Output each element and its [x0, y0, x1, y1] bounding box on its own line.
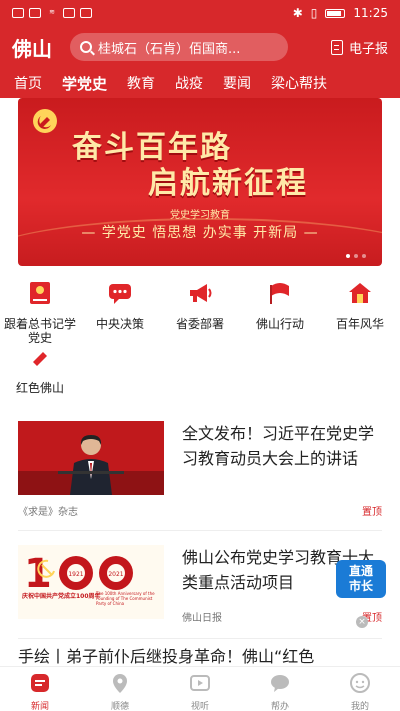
category-central-decisions[interactable]: 中央决策	[80, 280, 160, 331]
pagination-dot	[346, 254, 350, 258]
article-card[interactable]: 全文发布！习近平在党史学习教育动员大会上的讲话 《求是》杂志 置顶	[18, 421, 382, 521]
tab-media[interactable]: 视听	[160, 667, 240, 711]
flag-icon	[270, 283, 289, 304]
category-label: 佛山行动	[255, 317, 304, 331]
tab-label: 顺德	[110, 702, 129, 711]
app-notification-icon	[63, 8, 75, 18]
year-end-label: 2021	[108, 571, 123, 578]
article-card[interactable]: 手绘丨弟子前仆后继投身革命！佛山“红色	[18, 647, 382, 667]
party-emblem-icon	[32, 349, 49, 366]
newspaper-icon	[330, 39, 343, 55]
party-emblem-icon	[33, 109, 57, 133]
channel-tabs: 首页 学党史 教育 战疫 要闻 梁心帮扶	[0, 68, 400, 98]
category-provincial-plans[interactable]: 省委部署	[160, 280, 240, 331]
badge-line1: 直通	[348, 564, 373, 578]
centenary-logo: 1 1921 2021	[24, 551, 133, 597]
news-icon	[31, 674, 49, 692]
bluetooth-icon: ✱	[292, 6, 303, 20]
article-source: 佛山日报	[182, 613, 222, 624]
app-header: 佛山 桂城石（石肯）佰国商... 电子报	[0, 26, 400, 68]
pinned-tag: 置顶	[362, 507, 382, 518]
epaper-button[interactable]: 电子报	[330, 38, 388, 57]
tab-party-history[interactable]: 学党史	[62, 73, 107, 94]
badge-line2: 市长	[348, 579, 373, 593]
tab-label: 帮办	[270, 702, 289, 711]
tab-shunde[interactable]: 顺德	[80, 667, 160, 711]
user-icon	[350, 673, 370, 693]
category-follow-general-secretary[interactable]: 跟着总书记学党史	[0, 280, 80, 345]
article-title: 全文发布！习近平在党史学习教育动员大会上的讲话	[182, 424, 375, 468]
chat-icon	[271, 675, 289, 692]
book-party-icon	[30, 282, 50, 304]
tab-assist[interactable]: 帮办	[240, 667, 320, 711]
tab-label: 新闻	[30, 702, 49, 711]
status-system-icons: ✱ ▯ 11:25	[293, 6, 388, 20]
tab-news[interactable]: 新闻	[0, 667, 80, 711]
article-card[interactable]: 1 1921 2021 庆祝中国共产党成立100周年 The 100th Ann…	[18, 545, 382, 625]
mayor-hotline-button[interactable]: 直通 市长	[336, 560, 386, 598]
pagination-dot	[354, 254, 358, 258]
sim-icon	[12, 8, 24, 18]
tab-assistance[interactable]: 梁心帮扶	[271, 73, 327, 93]
search-placeholder: 桂城石（石肯）佰国商...	[98, 41, 241, 57]
category-label: 跟着总书记学党史	[3, 317, 76, 345]
tab-label: 我的	[350, 702, 369, 711]
tab-education[interactable]: 教育	[127, 73, 155, 93]
notification-icon	[29, 8, 41, 18]
banner-title-line2: 启航新征程	[148, 166, 308, 201]
tab-epidemic[interactable]: 战疫	[175, 73, 203, 93]
chat-bubble-icon	[109, 284, 131, 304]
tab-label: 视听	[190, 702, 209, 711]
battery-icon	[325, 8, 346, 18]
article-thumbnail	[18, 421, 164, 495]
divider	[18, 530, 382, 531]
epaper-label: 电子报	[348, 41, 388, 57]
close-icon[interactable]: ×	[356, 616, 368, 628]
play-icon	[190, 675, 210, 691]
banner-pagination	[346, 254, 366, 258]
vibrate-icon: ▯	[310, 6, 318, 20]
tab-headlines[interactable]: 要闻	[223, 73, 251, 93]
category-foshan-action[interactable]: 佛山行动	[240, 280, 320, 331]
house-icon	[349, 283, 371, 303]
hero-banner[interactable]: 奋斗百年路 启航新征程 党史学习教育 — 学党史 悟思想 办实事 开新局 —	[18, 98, 382, 266]
article-title: 手绘丨弟子前仆后继投身革命！佛山“红色	[18, 647, 315, 666]
tab-home[interactable]: 首页	[14, 73, 42, 93]
app-logo[interactable]: 佛山	[12, 33, 70, 62]
app-notification-icon	[80, 8, 92, 18]
status-bar: ≋ ✱ ▯ 11:25	[0, 0, 400, 26]
category-label: 百年风华	[335, 317, 384, 331]
article-thumbnail: 1 1921 2021 庆祝中国共产党成立100周年 The 100th Ann…	[18, 545, 164, 619]
banner-subtitle: 党史学习教育	[170, 210, 230, 221]
category-red-foshan[interactable]: 红色佛山	[0, 344, 80, 395]
thumbnail-caption-en: The 100th Anniversary of the Founding of…	[96, 591, 155, 606]
divider	[18, 638, 382, 639]
search-icon	[80, 41, 92, 53]
search-bar[interactable]: 桂城石（石肯）佰国商...	[70, 33, 288, 61]
status-notification-icons: ≋	[12, 8, 92, 18]
banner-slogan: — 学党史 悟思想 办实事 开新局 —	[81, 225, 319, 241]
category-century-glory[interactable]: 百年风华	[320, 280, 400, 331]
tab-profile[interactable]: 我的	[320, 667, 400, 711]
category-label: 红色佛山	[15, 381, 64, 395]
svg-text:1: 1	[24, 551, 52, 597]
category-label: 省委部署	[175, 317, 224, 331]
location-icon	[113, 674, 127, 693]
article-source: 《求是》杂志	[18, 507, 78, 518]
bottom-tab-bar: 新闻 顺德 视听 帮办 我的	[0, 666, 400, 711]
category-label: 中央决策	[95, 317, 144, 331]
thumbnail-caption: 庆祝中国共产党成立100周年	[22, 593, 101, 600]
wifi-icon: ≋	[49, 8, 55, 16]
pagination-dot	[362, 254, 366, 258]
year-start-label: 1921	[68, 571, 83, 578]
status-time: 11:25	[353, 6, 388, 20]
megaphone-icon	[190, 284, 212, 302]
